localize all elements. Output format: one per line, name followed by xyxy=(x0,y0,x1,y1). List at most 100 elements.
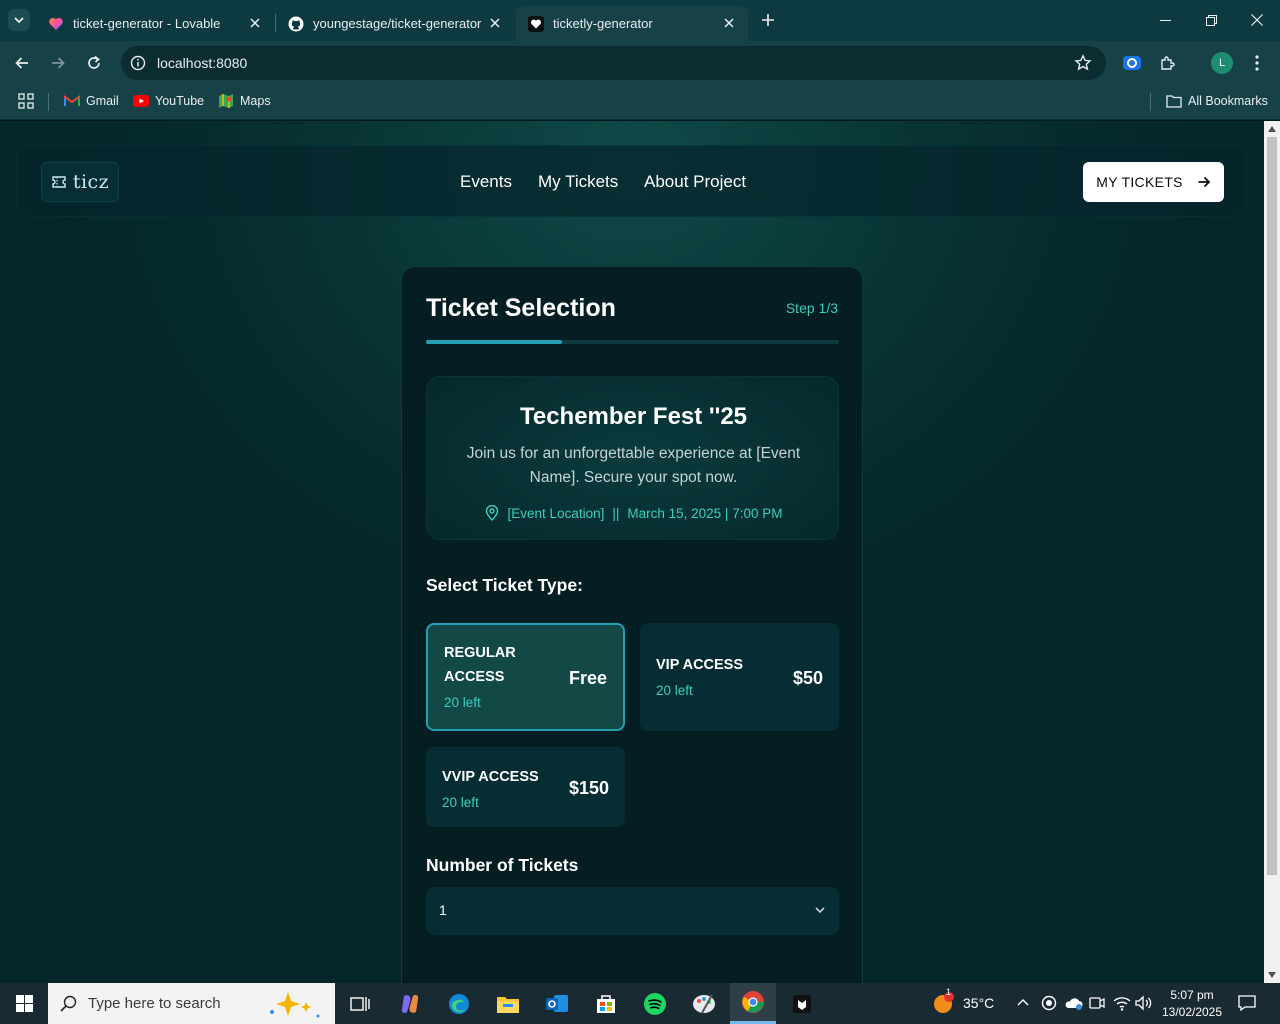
address-bar[interactable]: localhost:8080 xyxy=(121,46,1106,80)
bookmark-youtube[interactable]: YouTube xyxy=(133,93,204,109)
event-description: Join us for an unforgettable experience … xyxy=(466,445,801,486)
bookmarks-bar: Gmail YouTube Maps All Bookmarks xyxy=(0,85,1280,120)
tab-search-button[interactable] xyxy=(8,9,30,31)
heart-icon xyxy=(528,15,544,32)
windows-logo-icon xyxy=(15,995,33,1012)
clock-date: 13/02/2025 xyxy=(1161,1005,1223,1019)
card-title: Ticket Selection xyxy=(426,294,616,322)
task-view-icon[interactable] xyxy=(337,983,383,1024)
ticket-name: REGULAR ACCESS xyxy=(444,645,516,685)
close-tab-icon[interactable] xyxy=(720,14,738,32)
event-location: [Event Location] xyxy=(507,505,605,521)
reload-icon xyxy=(88,55,100,69)
tab-github[interactable]: youngestage/ticket-generator xyxy=(276,6,514,41)
event-meta: [Event Location] || March 15, 2025 | 7:0… xyxy=(427,505,840,521)
ticket-price: Free xyxy=(568,668,607,688)
weather-widget[interactable]: 1 35°C xyxy=(932,987,994,1014)
close-tab-icon[interactable] xyxy=(486,14,504,32)
site-logo[interactable]: ticz xyxy=(41,162,119,202)
bookmark-label: YouTube xyxy=(155,94,205,108)
ticket-option-regular[interactable]: REGULAR ACCESS 20 left Free xyxy=(426,623,625,731)
chrome-icon[interactable] xyxy=(730,983,776,1024)
onedrive-icon[interactable] xyxy=(1064,995,1084,1011)
restore-icon xyxy=(1205,14,1217,26)
back-button[interactable] xyxy=(9,50,35,76)
bookmarks-separator xyxy=(48,93,49,111)
tab-title: youngestage/ticket-generator xyxy=(313,16,482,31)
my-tickets-button-label: MY TICKETS xyxy=(1096,174,1183,190)
bookmark-label: Maps xyxy=(240,94,271,108)
restore-button[interactable] xyxy=(1188,0,1234,40)
profile-avatar[interactable]: L xyxy=(1211,52,1233,74)
tray-chevron-up-icon[interactable] xyxy=(1016,995,1030,1009)
microsoft-store-icon[interactable] xyxy=(583,983,629,1024)
gmail-icon xyxy=(64,93,80,109)
volume-icon[interactable] xyxy=(1135,995,1153,1011)
bookmark-gmail[interactable]: Gmail xyxy=(64,93,119,109)
minimize-button[interactable] xyxy=(1142,0,1188,40)
more-menu-icon[interactable] xyxy=(1245,51,1269,75)
wifi-icon[interactable] xyxy=(1113,995,1131,1011)
logo-text: ticz xyxy=(72,171,110,193)
scroll-up-icon[interactable] xyxy=(1267,124,1277,134)
nav-about-project[interactable]: About Project xyxy=(644,172,746,192)
start-button[interactable] xyxy=(0,983,48,1024)
site-info-icon[interactable] xyxy=(129,54,147,72)
close-window-button[interactable] xyxy=(1234,0,1280,40)
paint-app-icon[interactable] xyxy=(681,983,727,1024)
quantity-label: Number of Tickets xyxy=(426,855,579,875)
plus-icon xyxy=(762,14,774,26)
copilot-icon[interactable] xyxy=(387,983,433,1024)
terminal-app-icon[interactable] xyxy=(779,983,825,1024)
meta-separator: || xyxy=(612,505,620,521)
edge-icon[interactable] xyxy=(436,983,482,1024)
reload-button[interactable] xyxy=(81,50,107,76)
ticket-option-vip[interactable]: VIP ACCESS 20 left $50 xyxy=(640,623,839,731)
apps-grid-icon[interactable] xyxy=(18,93,34,109)
search-icon xyxy=(60,995,77,1012)
my-tickets-button[interactable]: MY TICKETS xyxy=(1083,162,1224,202)
arrow-left-icon xyxy=(15,57,28,69)
tab-lovable[interactable]: ticket-generator - Lovable xyxy=(36,6,274,41)
scrollbar-thumb[interactable] xyxy=(1267,137,1277,875)
maps-icon xyxy=(218,93,234,109)
spotify-icon[interactable] xyxy=(632,983,678,1024)
ticket-price: $50 xyxy=(792,668,823,688)
browser-tab-strip: ticket-generator - Lovable youngestage/t… xyxy=(0,0,1280,41)
step-indicator: Step 1/3 xyxy=(785,300,838,316)
progress-fill xyxy=(426,340,563,344)
taskbar-search[interactable]: Type here to search xyxy=(48,983,335,1024)
outlook-icon[interactable] xyxy=(534,983,580,1024)
location-pin-icon xyxy=(485,505,498,521)
ticket-option-vvip[interactable]: VVIP ACCESS 20 left $150 xyxy=(426,747,625,827)
close-tab-icon[interactable] xyxy=(246,14,264,32)
chevron-down-icon xyxy=(815,907,825,914)
ticket-quantity-select[interactable]: 1 xyxy=(426,887,839,935)
new-tab-button[interactable] xyxy=(757,9,779,31)
all-bookmarks[interactable]: All Bookmarks xyxy=(1166,93,1268,109)
bookmark-star-icon[interactable] xyxy=(1074,54,1092,72)
nav-events[interactable]: Events xyxy=(460,172,512,192)
page-viewport: ticz Events My Tickets About Project MY … xyxy=(0,121,1264,983)
page-scrollbar[interactable] xyxy=(1264,121,1280,983)
meet-now-icon[interactable] xyxy=(1089,995,1105,1011)
ticket-name: VVIP ACCESS xyxy=(442,769,539,785)
ticket-availability: 20 left xyxy=(444,695,481,710)
arrow-right-icon xyxy=(52,57,65,69)
url-text[interactable]: localhost:8080 xyxy=(157,55,247,71)
scroll-down-icon[interactable] xyxy=(1267,970,1277,980)
ticket-name: VIP ACCESS xyxy=(656,657,744,673)
file-explorer-icon[interactable] xyxy=(485,983,531,1024)
taskbar-clock[interactable]: 5:07 pm 13/02/2025 xyxy=(1156,987,1228,1021)
event-title: Techember Fest ''25 xyxy=(519,403,748,430)
forward-button[interactable] xyxy=(45,50,71,76)
extension-g-icon[interactable] xyxy=(1120,51,1144,75)
tab-ticketly-generator[interactable]: ticketly-generator xyxy=(516,6,748,41)
bookmark-maps[interactable]: Maps xyxy=(218,93,271,109)
ticket-type-label: Select Ticket Type: xyxy=(426,575,583,595)
notifications-icon[interactable] xyxy=(1238,994,1256,1012)
extensions-puzzle-icon[interactable] xyxy=(1156,51,1180,75)
ticket-availability: 20 left xyxy=(442,795,479,810)
record-icon[interactable] xyxy=(1041,995,1057,1011)
nav-my-tickets[interactable]: My Tickets xyxy=(538,172,618,192)
